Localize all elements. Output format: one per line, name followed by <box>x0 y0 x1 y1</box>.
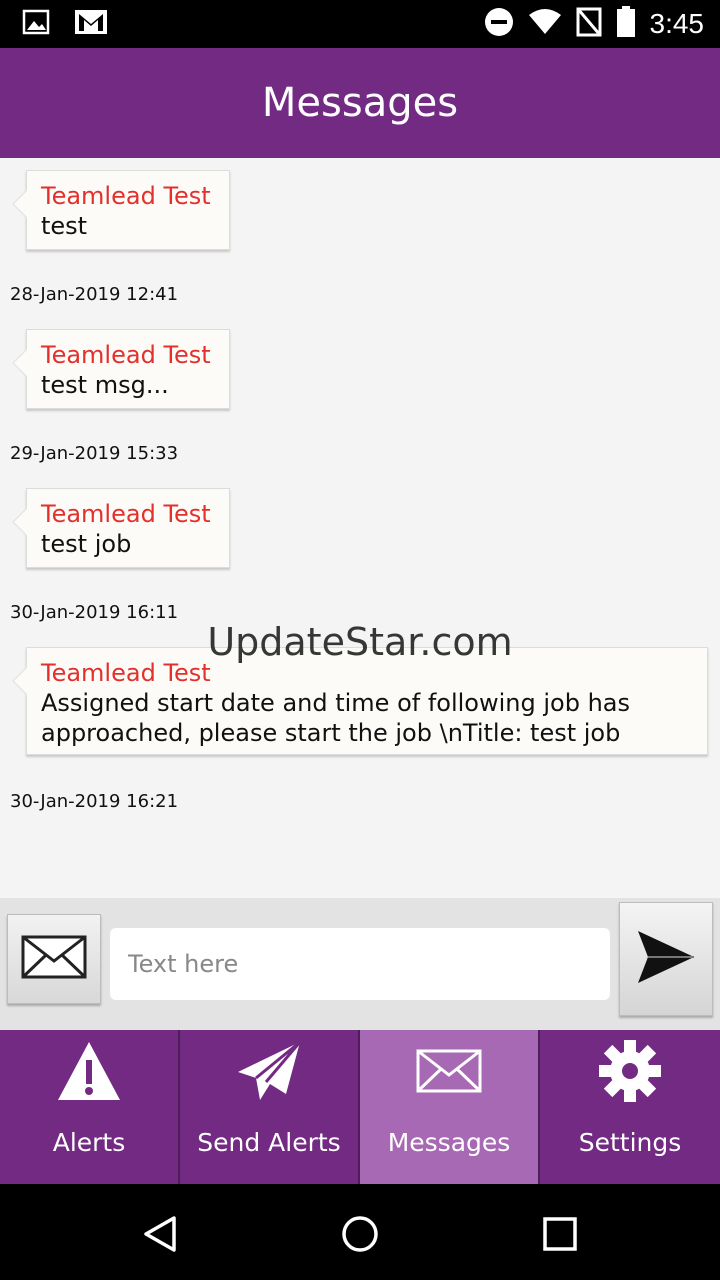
message-body: test <box>41 212 88 240</box>
message-sender: Teamlead Test <box>41 341 211 369</box>
tab-label: Alerts <box>52 1128 126 1157</box>
mail-button[interactable] <box>7 914 101 1004</box>
message-bubble[interactable]: Teamlead Test test msg... <box>12 329 230 409</box>
message-body: Assigned start date and time of followin… <box>41 689 630 747</box>
tab-send-alerts[interactable]: Send Alerts <box>180 1030 360 1184</box>
tab-label: Settings <box>578 1128 682 1157</box>
tab-label: Send Alerts <box>197 1128 341 1157</box>
tab-alerts[interactable]: Alerts <box>0 1030 180 1184</box>
system-nav-bar <box>0 1184 720 1280</box>
wifi-icon <box>528 8 562 40</box>
alert-icon <box>56 1034 122 1108</box>
do-not-disturb-icon <box>484 7 514 41</box>
message-sender: Teamlead Test <box>41 182 211 210</box>
tab-messages[interactable]: Messages <box>360 1030 540 1184</box>
message-timestamp: 30-Jan-2019 16:21 <box>10 791 179 812</box>
image-icon <box>22 8 50 40</box>
gmail-icon <box>74 8 108 40</box>
recents-icon[interactable] <box>538 1212 582 1256</box>
compose-bar <box>0 898 720 1030</box>
message-sender: Teamlead Test <box>41 500 211 528</box>
bottom-tab-bar: Alerts Send Alerts Messages Settings <box>0 1030 720 1184</box>
page-title: Messages <box>261 80 459 126</box>
no-sim-icon <box>576 7 602 41</box>
message-body: test job <box>41 530 132 558</box>
envelope-icon <box>416 1034 482 1108</box>
tab-label: Messages <box>387 1128 511 1157</box>
back-icon[interactable] <box>138 1212 182 1256</box>
message-bubble[interactable]: Teamlead Test test job <box>12 488 230 568</box>
message-body: test msg... <box>41 371 169 399</box>
message-list[interactable]: Teamlead Test test 28-Jan-2019 12:41 Tea… <box>0 158 720 898</box>
paper-plane-icon <box>236 1034 302 1108</box>
tab-settings[interactable]: Settings <box>540 1030 720 1184</box>
watermark: UpdateStar.com <box>207 620 513 664</box>
message-bubble[interactable]: Teamlead Test test <box>12 170 230 250</box>
message-input[interactable] <box>110 928 610 1000</box>
send-icon <box>636 929 696 989</box>
status-bar: 3:45 <box>0 0 720 48</box>
message-timestamp: 29-Jan-2019 15:33 <box>10 443 179 464</box>
envelope-icon <box>21 935 87 983</box>
app-bar: Messages <box>0 48 720 158</box>
send-button[interactable] <box>619 902 713 1016</box>
status-time: 3:45 <box>649 8 705 39</box>
gear-icon <box>597 1034 663 1108</box>
battery-icon <box>616 6 636 42</box>
home-icon[interactable] <box>338 1212 382 1256</box>
message-timestamp: 28-Jan-2019 12:41 <box>10 284 179 305</box>
